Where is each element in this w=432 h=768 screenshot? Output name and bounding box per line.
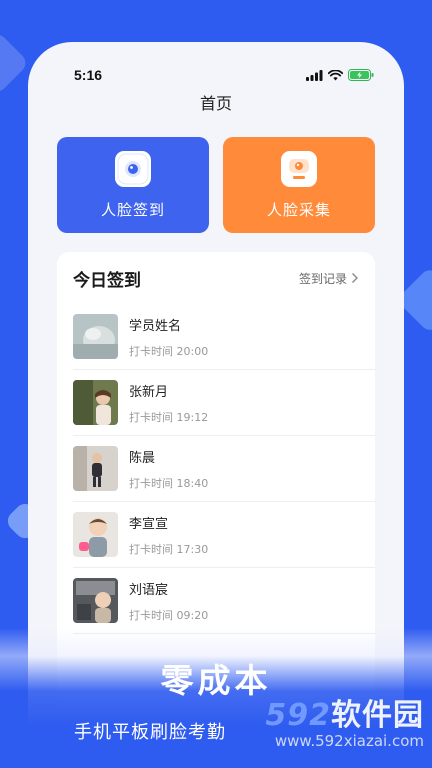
list-item[interactable]: 陈晨 打卡时间 18:40 bbox=[73, 436, 375, 502]
list-title: 今日签到 bbox=[73, 270, 141, 291]
checkin-time: 打卡时间 20:00 bbox=[129, 344, 209, 358]
checkin-history-link[interactable]: 签到记录 bbox=[299, 270, 359, 287]
list-item[interactable]: 李宣宣 打卡时间 17:30 bbox=[73, 502, 375, 568]
avatar bbox=[73, 446, 118, 491]
chevron-right-icon bbox=[352, 273, 358, 283]
face-capture-button[interactable]: 人脸采集 bbox=[223, 137, 375, 233]
student-name: 学员姓名 bbox=[129, 318, 182, 334]
wifi-icon bbox=[328, 69, 343, 80]
status-bar: 5:16 bbox=[28, 42, 404, 94]
camera-icon bbox=[115, 151, 151, 187]
list-header: 今日签到 签到记录 bbox=[57, 252, 375, 304]
watermark-logo: 592软件园 bbox=[265, 690, 424, 734]
site-watermark: 592软件园 www.592xiazai.com bbox=[214, 690, 430, 758]
checkin-history-label: 签到记录 bbox=[298, 271, 347, 286]
student-name: 陈晨 bbox=[129, 450, 156, 466]
checkin-time: 打卡时间 18:40 bbox=[129, 476, 209, 490]
signal-icon bbox=[306, 69, 323, 81]
face-capture-label: 人脸采集 bbox=[266, 201, 331, 219]
student-name: 刘语宸 bbox=[129, 582, 169, 598]
list-item[interactable]: 学员姓名 打卡时间 20:00 bbox=[73, 304, 375, 370]
avatar bbox=[73, 578, 118, 623]
decorative-diamond bbox=[0, 30, 30, 96]
list-item[interactable]: 刘语宸 打卡时间 09:20 bbox=[73, 568, 375, 634]
battery-charging-icon bbox=[348, 69, 374, 81]
avatar bbox=[73, 314, 118, 359]
list-item[interactable]: 张新月 打卡时间 19:12 bbox=[73, 370, 375, 436]
page-title: 首页 bbox=[199, 94, 232, 113]
checkin-time: 打卡时间 19:12 bbox=[129, 410, 209, 424]
face-capture-icon bbox=[281, 151, 317, 187]
avatar bbox=[73, 512, 118, 557]
watermark-logo-number: 592 bbox=[265, 698, 331, 733]
avatar bbox=[73, 380, 118, 425]
face-checkin-label: 人脸签到 bbox=[100, 201, 165, 219]
checkin-time: 打卡时间 09:20 bbox=[129, 608, 209, 622]
promo-subtitle: 手机平板刷脸考勤 bbox=[74, 722, 226, 743]
student-name: 李宣宣 bbox=[129, 516, 169, 532]
status-icons bbox=[306, 69, 374, 81]
status-time: 5:16 bbox=[74, 67, 103, 83]
checkin-time: 打卡时间 17:30 bbox=[129, 542, 209, 556]
face-checkin-button[interactable]: 人脸签到 bbox=[57, 137, 209, 233]
watermark-url: www.592xiazai.com bbox=[274, 732, 424, 750]
watermark-logo-text: 软件园 bbox=[331, 698, 424, 733]
student-name: 张新月 bbox=[129, 384, 169, 400]
